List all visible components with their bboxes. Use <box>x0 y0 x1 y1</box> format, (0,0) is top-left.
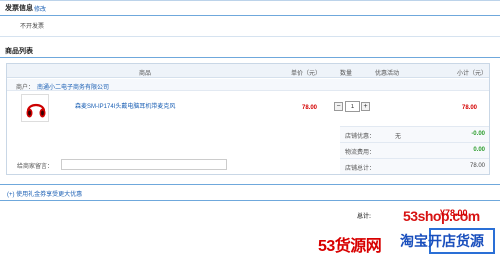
shop-total-label: 店铺总计： <box>345 166 376 172</box>
seller-message-label: 给商家留言： <box>17 164 54 170</box>
qty-decrement-button[interactable]: − <box>334 102 343 111</box>
seller-message-input[interactable] <box>61 159 227 170</box>
coupon-link[interactable]: (+) 使用礼金券享受更大优惠 <box>7 189 82 198</box>
quantity-stepper: − + <box>333 101 371 112</box>
invoice-bottom-divider <box>0 36 500 37</box>
item-subtotal: 78.00 <box>462 105 478 111</box>
brand-watermark-red: 53货源网 <box>318 238 382 255</box>
red-headphones-icon <box>26 103 46 118</box>
product-name-link[interactable]: 森麦SM-IP174I头戴电脑耳机带麦克风 <box>75 101 175 110</box>
product-table: 商品 单价（元） 数量 优惠活动 小计（元） 商户： 南通小二电子商务有限公司 … <box>6 63 490 175</box>
shop-discount-label: 店铺优惠： <box>345 134 376 140</box>
product-thumbnail[interactable] <box>21 94 49 122</box>
brand-watermark-blue: 淘宝开店货源 <box>400 233 484 249</box>
invoice-edit-link[interactable]: 修改 <box>34 4 46 13</box>
qty-input[interactable] <box>345 101 360 112</box>
shop-discount-row: 店铺优惠： 无 -0.00 <box>340 126 489 142</box>
col-header-price: 单价（元） <box>291 71 322 77</box>
shipping-value: 0.00 <box>473 147 485 153</box>
unit-price: 78.00 <box>302 105 318 111</box>
invoice-section-title: 发票信息 <box>5 5 33 12</box>
shop-total-row: 店铺总计： 78.00 <box>340 158 489 174</box>
coupon-toggle[interactable]: (+) 使用礼金券享受更大优惠 <box>4 187 490 199</box>
product-list-divider <box>0 57 500 58</box>
shop-total-value: 78.00 <box>469 163 485 169</box>
shop-row: 商户： 南通小二电子商务有限公司 <box>7 79 489 91</box>
shop-name-link[interactable]: 南通小二电子商务有限公司 <box>37 82 109 91</box>
coupon-bottom-divider <box>0 200 500 201</box>
order-confirm-page: 发票信息 修改 不开发票 商品列表 商品 单价（元） 数量 优惠活动 小计（元）… <box>0 0 500 257</box>
invoice-value: 不开发票 <box>20 24 45 30</box>
shop-discount-none: 无 <box>395 134 402 140</box>
col-header-promo: 优惠活动 <box>375 71 400 77</box>
shipping-label: 物流费用： <box>345 150 376 156</box>
shop-summary: 店铺优惠： 无 -0.00 物流费用： 0.00 店铺总计： 78.00 <box>340 126 489 174</box>
qty-increment-button[interactable]: + <box>361 102 370 111</box>
table-row: 森麦SM-IP174I头戴电脑耳机带麦克风 78.00 − + 78.00 <box>7 92 489 128</box>
coupon-top-divider <box>0 184 500 185</box>
grand-total-label: 总计: <box>357 214 371 220</box>
top-divider <box>0 0 500 1</box>
product-list-title: 商品列表 <box>5 48 33 55</box>
col-header-subtotal: 小计（元） <box>457 71 488 77</box>
col-header-qty: 数量 <box>340 71 353 77</box>
shop-discount-value: -0.00 <box>471 131 485 137</box>
shipping-row: 物流费用： 0.00 <box>340 142 489 158</box>
shop-label: 商户： <box>16 85 35 91</box>
invoice-title-divider <box>0 15 500 16</box>
table-header: 商品 单价（元） 数量 优惠活动 小计（元） <box>7 64 489 78</box>
col-header-product: 商品 <box>139 71 152 77</box>
site-watermark: 53shop.com <box>403 208 480 224</box>
